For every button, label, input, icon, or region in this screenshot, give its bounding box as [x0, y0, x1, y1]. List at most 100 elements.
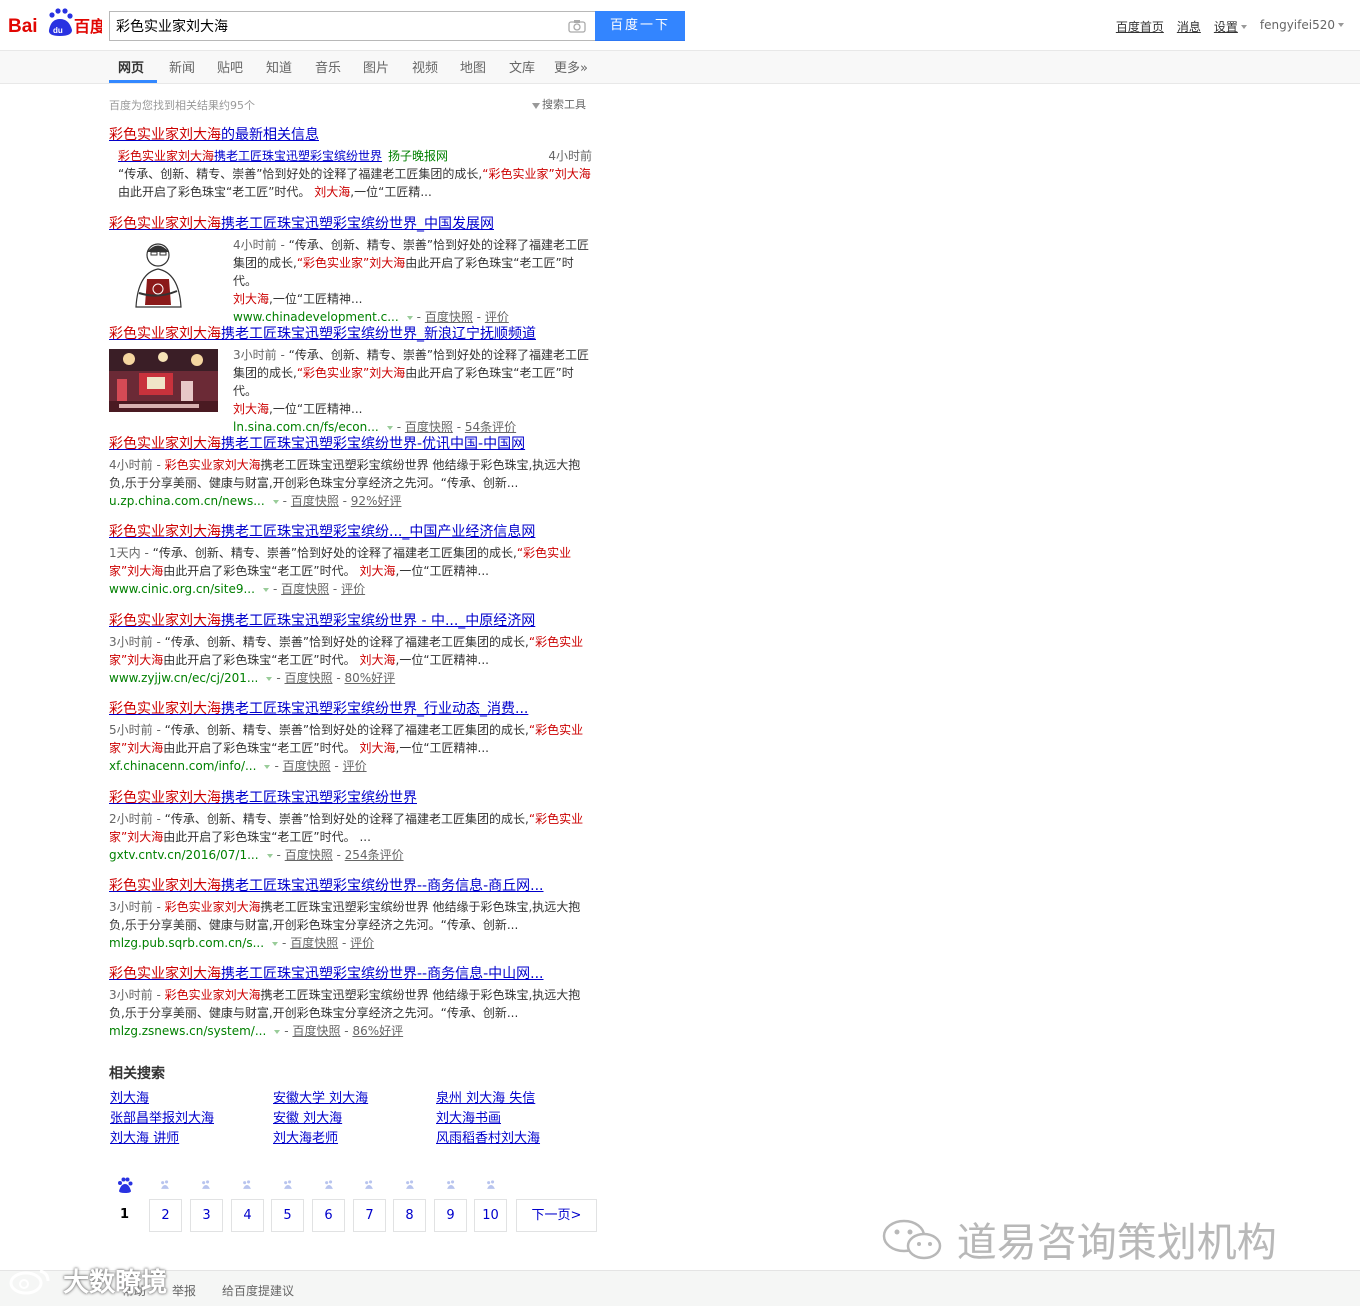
tab-map[interactable]: 地图 — [460, 57, 486, 76]
snapshot-link[interactable]: 百度快照 — [283, 759, 331, 773]
news-link[interactable]: 彩色实业家刘大海携老工匠珠宝迅塑彩宝缤纷世界 — [118, 149, 382, 163]
next-page-button[interactable]: 下一页> — [516, 1199, 597, 1232]
related-search-link[interactable]: 风雨稻香村刘大海 — [436, 1127, 540, 1146]
snapshot-link[interactable]: 百度快照 — [281, 582, 329, 596]
user-menu[interactable]: fengyifei520 — [1260, 18, 1344, 36]
rating-link[interactable]: 92%好评 — [351, 494, 402, 508]
page-link[interactable]: 4 — [231, 1199, 264, 1232]
paw-icon — [325, 1180, 333, 1189]
dropdown-icon[interactable] — [272, 942, 279, 946]
related-search-link[interactable]: 张部昌举报刘大海 — [110, 1107, 214, 1126]
result-title[interactable]: 彩色实业家刘大海携老工匠珠宝迅塑彩宝缤纷世界_新浪辽宁抚顺频道 — [109, 325, 595, 343]
result-title[interactable]: 彩色实业家刘大海携老工匠珠宝迅塑彩宝缤纷世界--商务信息-商丘网... — [109, 877, 595, 895]
snapshot-link[interactable]: 百度快照 — [405, 420, 453, 434]
related-search-link[interactable]: 刘大海老师 — [273, 1127, 338, 1146]
result-thumbnail[interactable] — [109, 349, 218, 412]
filter-icon — [532, 103, 540, 109]
search-tools-button[interactable]: 搜索工具 — [532, 96, 586, 112]
search-button[interactable]: 百度一下 — [595, 11, 685, 41]
rating-link[interactable]: 评价 — [343, 759, 367, 773]
related-search-link[interactable]: 安徽大学 刘大海 — [273, 1087, 368, 1106]
result-item: 彩色实业家刘大海携老工匠珠宝迅塑彩宝缤纷世界-优讯中国-中国网 4小时前 - 彩… — [109, 435, 595, 510]
dropdown-icon[interactable] — [262, 588, 269, 592]
result-title[interactable]: 彩色实业家刘大海携老工匠珠宝迅塑彩宝缤纷世界 - 中..._中原经济网 — [109, 612, 595, 630]
related-search-link[interactable]: 安徽 刘大海 — [273, 1107, 342, 1126]
tab-zhidao[interactable]: 知道 — [266, 57, 292, 76]
svg-text:百度: 百度 — [74, 17, 102, 36]
tab-wenku[interactable]: 文库 — [509, 57, 535, 76]
tab-news[interactable]: 新闻 — [169, 57, 195, 76]
footer: 帮助 举报 给百度提建议 — [0, 1270, 1360, 1306]
corner-watermark: 大数瞭境 — [8, 1262, 167, 1299]
result-title[interactable]: 彩色实业家刘大海携老工匠珠宝迅塑彩宝缤纷..._中国产业经济信息网 — [109, 523, 595, 541]
result-title[interactable]: 彩色实业家刘大海携老工匠珠宝迅塑彩宝缤纷世界 — [109, 789, 595, 807]
related-search-link[interactable]: 刘大海书画 — [436, 1107, 501, 1126]
page-link[interactable]: 7 — [353, 1199, 386, 1232]
rating-link[interactable]: 评价 — [350, 936, 374, 950]
rating-link[interactable]: 54条评价 — [465, 420, 516, 434]
camera-icon[interactable] — [568, 19, 586, 33]
related-searches-title: 相关搜索 — [109, 1066, 165, 1082]
page-link[interactable]: 6 — [312, 1199, 345, 1232]
snapshot-link[interactable]: 百度快照 — [290, 936, 338, 950]
dropdown-icon[interactable] — [386, 426, 393, 430]
baidu-logo[interactable]: Bai du 百度 — [8, 6, 102, 38]
related-search-link[interactable]: 刘大海 — [110, 1087, 149, 1106]
dropdown-icon[interactable] — [264, 765, 271, 769]
rating-link[interactable]: 80%好评 — [344, 671, 395, 685]
search-input[interactable] — [116, 17, 556, 35]
result-title[interactable]: 彩色实业家刘大海携老工匠珠宝迅塑彩宝缤纷世界_中国发展网 — [109, 215, 595, 233]
tab-images[interactable]: 图片 — [363, 57, 389, 76]
footer-report-link[interactable]: 举报 — [172, 1282, 196, 1299]
result-item: 彩色实业家刘大海的最新相关信息 彩色实业家刘大海携老工匠珠宝迅塑彩宝缤纷世界 扬子… — [109, 126, 595, 201]
result-title[interactable]: 彩色实业家刘大海携老工匠珠宝迅塑彩宝缤纷世界-优讯中国-中国网 — [109, 435, 595, 453]
page-link[interactable]: 8 — [393, 1199, 426, 1232]
result-count: 百度为您找到相关结果约95个 — [109, 99, 255, 112]
result-item: 彩色实业家刘大海携老工匠珠宝迅塑彩宝缤纷..._中国产业经济信息网 1天内 - … — [109, 523, 595, 598]
rating-link[interactable]: 86%好评 — [352, 1024, 403, 1038]
page-link[interactable]: 3 — [190, 1199, 223, 1232]
dropdown-icon[interactable] — [266, 854, 273, 858]
svg-text:Bai: Bai — [8, 16, 38, 37]
tab-video[interactable]: 视频 — [412, 57, 438, 76]
messages-link[interactable]: 消息 — [1177, 18, 1201, 36]
dropdown-icon[interactable] — [406, 316, 413, 320]
result-title[interactable]: 彩色实业家刘大海的最新相关信息 — [109, 126, 595, 144]
snapshot-link[interactable]: 百度快照 — [291, 494, 339, 508]
snapshot-link[interactable]: 百度快照 — [285, 848, 333, 862]
result-url: u.zp.china.com.cn/news... - 百度快照 - 92%好评 — [109, 494, 402, 508]
result-abstract: 3小时前 - 彩色实业家刘大海携老工匠珠宝迅塑彩宝缤纷世界 他结缘于彩色珠宝,执… — [109, 900, 581, 932]
dropdown-icon[interactable] — [266, 677, 273, 681]
page-link[interactable]: 5 — [271, 1199, 304, 1232]
news-time: 4小时前 — [548, 149, 592, 163]
snapshot-link[interactable]: 百度快照 — [425, 310, 473, 324]
result-title[interactable]: 彩色实业家刘大海携老工匠珠宝迅塑彩宝缤纷世界--商务信息-中山网... — [109, 965, 595, 983]
snapshot-link[interactable]: 百度快照 — [285, 671, 333, 685]
rating-link[interactable]: 254条评价 — [345, 848, 404, 862]
tab-tieba[interactable]: 贴吧 — [217, 57, 243, 76]
tab-more[interactable]: 更多» — [554, 57, 588, 76]
result-title[interactable]: 彩色实业家刘大海携老工匠珠宝迅塑彩宝缤纷世界_行业动态_消费... — [109, 700, 595, 718]
tab-web[interactable]: 网页 — [118, 57, 144, 76]
result-url: www.cinic.org.cn/site9... - 百度快照 - 评价 — [109, 582, 366, 596]
result-thumbnail[interactable] — [109, 239, 218, 309]
dropdown-icon[interactable] — [272, 500, 279, 504]
related-search-link[interactable]: 泉州 刘大海 失信 — [436, 1087, 535, 1106]
home-link[interactable]: 百度首页 — [1116, 18, 1164, 36]
result-item: 彩色实业家刘大海携老工匠珠宝迅塑彩宝缤纷世界_新浪辽宁抚顺频道 3小时前 - “… — [109, 325, 595, 436]
related-search-link[interactable]: 刘大海 讲师 — [110, 1127, 179, 1146]
snapshot-link[interactable]: 百度快照 — [292, 1024, 340, 1038]
page-link[interactable]: 9 — [434, 1199, 467, 1232]
paw-icon — [161, 1180, 169, 1189]
settings-menu[interactable]: 设置 — [1214, 18, 1247, 36]
tab-music[interactable]: 音乐 — [315, 57, 341, 76]
rating-link[interactable]: 评价 — [341, 582, 365, 596]
dropdown-icon[interactable] — [274, 1030, 281, 1034]
rating-link[interactable]: 评价 — [485, 310, 509, 324]
page-link[interactable]: 2 — [149, 1199, 182, 1232]
footer-feedback-link[interactable]: 给百度提建议 — [222, 1282, 294, 1299]
active-tab-indicator — [109, 80, 157, 83]
result-abstract: 3小时前 - “传承、创新、精专、崇善”恰到好处的诠释了福建老工匠集团的成长,“… — [233, 348, 590, 416]
search-box — [109, 11, 596, 41]
page-link[interactable]: 10 — [474, 1199, 507, 1232]
